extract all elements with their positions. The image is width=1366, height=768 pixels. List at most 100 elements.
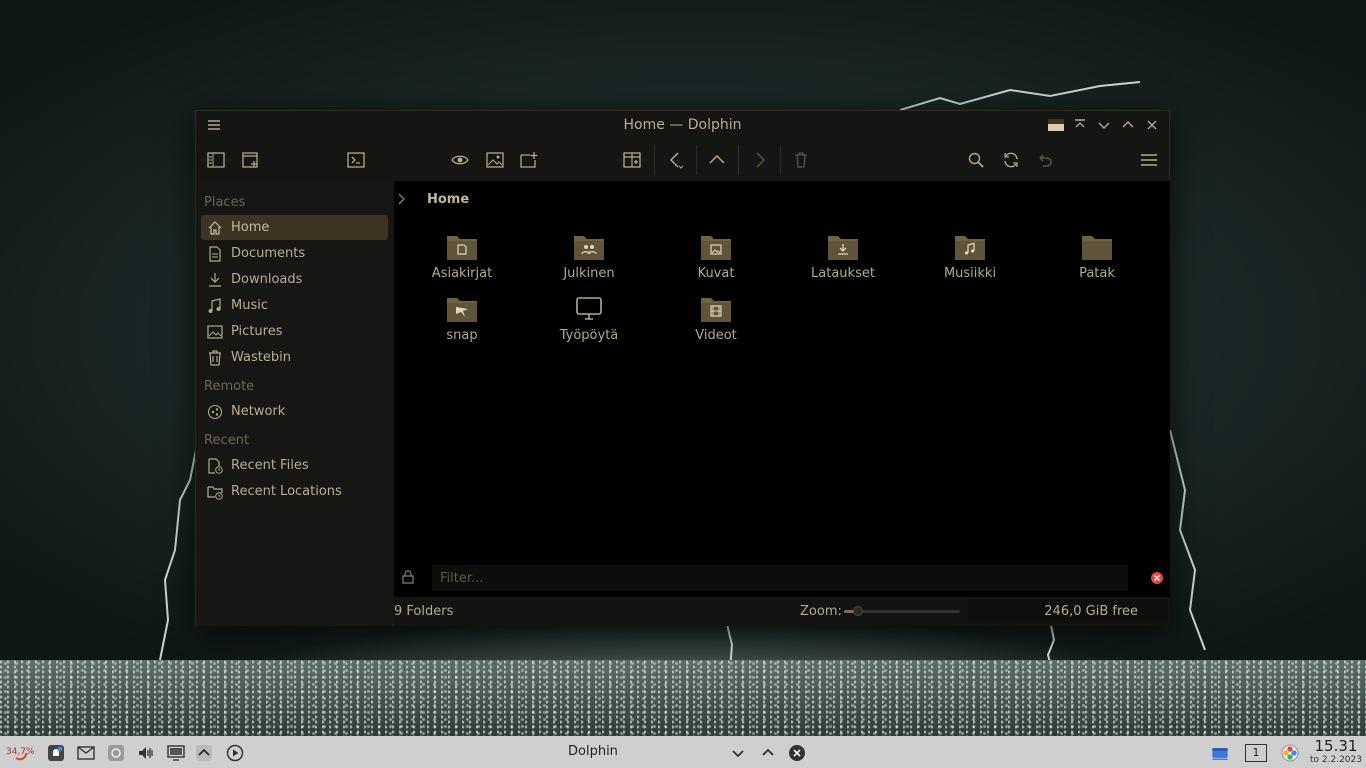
delete-icon[interactable] <box>789 148 813 172</box>
breadcrumb: Home <box>394 181 1170 219</box>
pictures-icon <box>206 323 224 341</box>
display-icon[interactable] <box>165 742 187 764</box>
hamburger-menu-icon[interactable] <box>1137 148 1161 172</box>
folder-label: Musiikki <box>943 266 997 281</box>
zoom-slider-handle[interactable] <box>852 606 863 616</box>
places-panel-icon[interactable] <box>204 148 228 172</box>
music-folder-icon <box>954 233 986 261</box>
sidebar-item-recent-locations[interactable]: Recent Locations <box>201 479 388 504</box>
chevron-down-icon[interactable] <box>727 742 749 764</box>
folder-item[interactable]: Asiakirjat <box>402 233 522 293</box>
folder-item[interactable]: snap <box>402 295 522 355</box>
home-icon <box>206 219 224 237</box>
folder-label: Asiakirjat <box>431 266 493 281</box>
pictures-folder-icon <box>700 233 732 261</box>
sidebar-item-label: Recent Files <box>231 458 309 473</box>
filter-input[interactable] <box>432 565 1128 591</box>
zoom-slider[interactable] <box>844 606 960 616</box>
mail-icon[interactable] <box>75 742 97 764</box>
new-window-icon[interactable] <box>239 148 263 172</box>
recent-locations-icon <box>206 483 224 501</box>
downloads-icon <box>206 271 224 289</box>
back-icon[interactable] <box>664 148 688 172</box>
sidebar-item-pictures[interactable]: Pictures <box>201 319 388 344</box>
search-icon[interactable] <box>964 148 988 172</box>
sidebar-item-documents[interactable]: Documents <box>201 241 388 266</box>
breadcrumb-home[interactable]: Home <box>427 192 469 207</box>
lock-icon[interactable] <box>402 570 414 588</box>
minimize-icon[interactable] <box>1094 115 1114 135</box>
chevron-right-icon[interactable] <box>396 193 406 209</box>
sidebar-item-label: Wastebin <box>231 350 291 365</box>
sidebar-item-wastebin[interactable]: Wastebin <box>201 345 388 370</box>
sidebar-item-label: Home <box>231 220 270 235</box>
keep-above-icon[interactable] <box>1046 115 1066 135</box>
network-icon <box>206 403 224 421</box>
folder-item[interactable]: Patak <box>1037 233 1157 293</box>
preview-eye-icon[interactable] <box>448 148 472 172</box>
sidebar-item-recent-files[interactable]: Recent Files <box>201 453 388 478</box>
sidebar-item-network[interactable]: Network <box>201 399 388 424</box>
virtual-desktop-pager[interactable]: 1 <box>1245 742 1267 764</box>
folder-item[interactable]: Kuvat <box>656 233 776 293</box>
forward-icon[interactable] <box>747 148 771 172</box>
dolphin-window: Home — Dolphin Places Home Documents Dow… <box>195 110 1170 626</box>
documents-icon <box>206 245 224 263</box>
task-dolphin[interactable]: Dolphin <box>568 744 618 759</box>
clear-filter-icon[interactable] <box>1150 571 1164 589</box>
new-tab-icon[interactable] <box>517 148 541 172</box>
terminal-icon[interactable] <box>344 148 368 172</box>
folder-label: Videot <box>695 328 737 343</box>
documents-folder-icon <box>446 233 478 261</box>
folder-label: Julkinen <box>563 266 615 281</box>
toolbar-separator <box>654 145 655 175</box>
sidebar-item-music[interactable]: Music <box>201 293 388 318</box>
clock-time: 15.31 <box>1314 737 1358 755</box>
chevron-up-icon[interactable] <box>757 742 779 764</box>
folder-item[interactable]: Työpöytä <box>529 295 649 355</box>
folder-count: 9 Folders <box>394 604 454 619</box>
folder-item[interactable]: Lataukset <box>783 233 903 293</box>
section-remote: Remote <box>204 379 255 394</box>
close-task-icon[interactable] <box>786 742 808 764</box>
taskbar: 34,7% Dolphin 1 15.31 to 2.2.2023 <box>0 736 1366 768</box>
split-view-icon[interactable] <box>620 148 644 172</box>
toolbar-separator <box>780 145 781 175</box>
up-icon[interactable] <box>705 148 729 172</box>
media-player-icon[interactable] <box>224 742 246 764</box>
updates-icon[interactable] <box>105 742 127 764</box>
zoom-label: Zoom: <box>800 604 842 619</box>
folder-item[interactable]: Musiikki <box>910 233 1030 293</box>
close-icon[interactable] <box>1142 115 1162 135</box>
status-bar: 9 Folders Zoom: 246,0 GiB free <box>394 597 1170 626</box>
battery-indicator[interactable]: 34,7% <box>6 742 35 764</box>
sidebar-item-label: Documents <box>231 246 306 261</box>
shade-icon[interactable] <box>1070 115 1090 135</box>
titlebar: Home — Dolphin <box>196 111 1169 139</box>
filter-bar <box>394 561 1170 595</box>
window-switcher-icon[interactable] <box>1206 742 1234 764</box>
tray-expand-icon[interactable] <box>193 742 215 764</box>
reload-icon[interactable] <box>999 148 1023 172</box>
folder-item[interactable]: Julkinen <box>529 233 649 293</box>
desktop-icon <box>573 295 605 323</box>
downloads-folder-icon <box>827 233 859 261</box>
folder-item[interactable]: Videot <box>656 295 776 355</box>
undo-icon[interactable] <box>1033 148 1057 172</box>
toolbar-separator <box>738 145 739 175</box>
app-launcher-icon[interactable] <box>1279 742 1301 764</box>
maximize-icon[interactable] <box>1118 115 1138 135</box>
sidebar-item-downloads[interactable]: Downloads <box>201 267 388 292</box>
places-panel: Places Home Documents Downloads Music Pi… <box>196 181 393 626</box>
clock[interactable]: 15.31 to 2.2.2023 <box>1308 737 1364 766</box>
music-icon <box>206 297 224 315</box>
toolbar-separator <box>696 145 697 175</box>
volume-icon[interactable] <box>135 742 157 764</box>
sidebar-item-home[interactable]: Home <box>201 215 388 240</box>
recent-files-icon <box>206 457 224 475</box>
notifications-icon[interactable] <box>45 742 67 764</box>
folder-label: Lataukset <box>811 266 875 281</box>
free-space: 246,0 GiB free <box>1044 604 1138 619</box>
image-preview-icon[interactable] <box>483 148 507 172</box>
folder-label: Kuvat <box>697 266 735 281</box>
